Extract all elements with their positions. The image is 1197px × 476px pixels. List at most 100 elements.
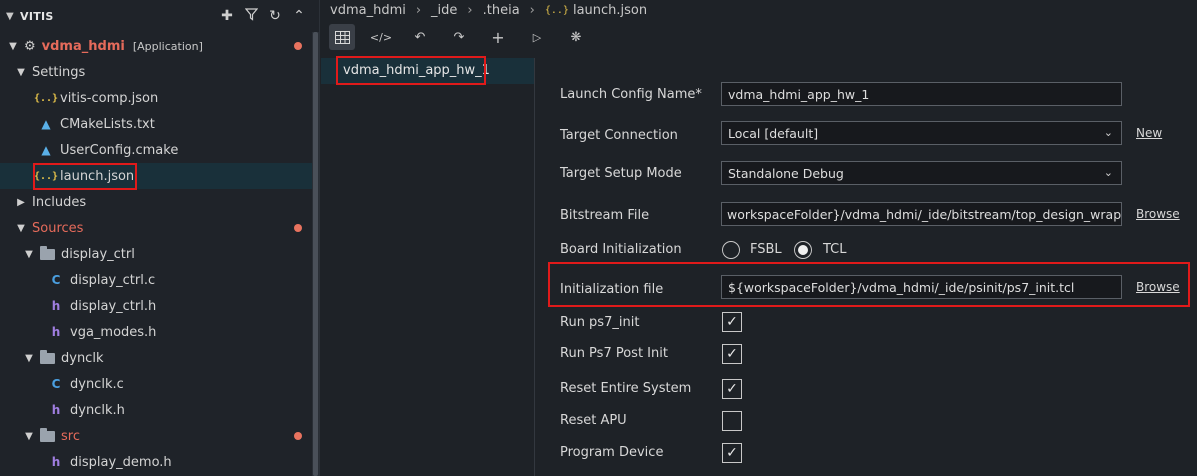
tree-item-vitis-comp[interactable]: {..} vitis-comp.json — [0, 85, 312, 111]
highlight-box — [336, 56, 486, 85]
explorer-header: ▼ VITIS ✚ ↻ ⌃ — [0, 0, 319, 32]
collapse-all-icon[interactable]: ⌃ — [287, 8, 311, 24]
chevron-down-icon[interactable]: ▼ — [6, 11, 20, 22]
source-view-button[interactable]: </> — [368, 24, 394, 50]
code-icon: </> — [369, 30, 393, 44]
chevron-down-icon: ▼ — [9, 40, 17, 52]
chevron-down-icon: ▼ — [25, 352, 33, 364]
tree-item-label: CMakeLists.txt — [60, 116, 155, 132]
target-connection-value: Local [default] — [728, 125, 819, 141]
h-file-icon: h — [51, 455, 61, 469]
tcl-radio-label: TCL — [823, 242, 847, 257]
checkmark-icon: ✓ — [726, 381, 738, 397]
tree-item-display-ctrl-h[interactable]: h display_ctrl.h — [0, 293, 312, 319]
table-view-button[interactable] — [329, 24, 355, 50]
checkmark-icon: ✓ — [726, 445, 738, 461]
breadcrumb-item[interactable]: vdma_hdmi — [330, 3, 406, 18]
plus-icon: + — [491, 27, 505, 47]
run-button[interactable]: ▷ — [524, 24, 550, 50]
target-setup-mode-select[interactable]: Standalone Debug ⌄ — [721, 161, 1122, 185]
breadcrumb-item[interactable]: .theia — [483, 3, 520, 18]
modified-dot-icon — [294, 42, 302, 50]
tree-item-dynclk-c[interactable]: C dynclk.c — [0, 371, 312, 397]
reset-apu-checkbox[interactable] — [722, 411, 742, 431]
tcl-radio[interactable] — [794, 241, 812, 259]
chevron-down-icon: ▼ — [17, 222, 25, 234]
tree-item-display-demo-h[interactable]: h display_demo.h — [0, 449, 312, 475]
tree-item-display-ctrl-c[interactable]: C display_ctrl.c — [0, 267, 312, 293]
chevron-down-icon: ▼ — [17, 66, 25, 78]
board-init-label: Board Initialization — [560, 242, 682, 257]
h-file-icon: h — [51, 299, 61, 313]
tree-item-label: UserConfig.cmake — [60, 142, 179, 158]
table-icon — [334, 30, 350, 44]
tree-item-label: dynclk.h — [70, 402, 125, 418]
tree-item-sources[interactable]: ▼ Sources — [0, 215, 312, 241]
explorer-title: VITIS — [20, 9, 54, 23]
run-ps7-post-init-label: Run Ps7 Post Init — [560, 346, 668, 361]
tree-item-cmakelists[interactable]: ▲ CMakeLists.txt — [0, 111, 312, 137]
chevron-right-icon: › — [529, 2, 535, 18]
bitstream-file-value: workspaceFolder}/vdma_hdmi/_ide/bitstrea… — [727, 206, 1122, 222]
tree-item-userconfig[interactable]: ▲ UserConfig.cmake — [0, 137, 312, 163]
bitstream-browse-link[interactable]: Browse — [1136, 207, 1180, 221]
fsbl-radio-label: FSBL — [750, 242, 782, 257]
tree-item-label: Settings — [32, 64, 86, 80]
bug-icon: ❋ — [570, 29, 582, 45]
cmake-icon: ▲ — [41, 143, 51, 157]
explorer-sidebar: ▼ VITIS ✚ ↻ ⌃ ▼ ⚙ vdma_hdmi [Application… — [0, 0, 320, 476]
breadcrumb-item[interactable]: launch.json — [573, 3, 647, 18]
redo-icon: ↷ — [453, 29, 465, 45]
new-component-icon[interactable]: ✚ — [215, 8, 239, 24]
target-connection-select[interactable]: Local [default] ⌄ — [721, 121, 1122, 145]
tree-item-label: src — [61, 428, 80, 444]
fsbl-radio[interactable] — [722, 241, 740, 259]
tree-item-settings[interactable]: ▼ Settings — [0, 59, 312, 85]
breadcrumb: vdma_hdmi › _ide › .theia › {..} launch.… — [330, 0, 647, 20]
launch-config-name-input[interactable]: vdma_hdmi_app_hw_1 — [721, 82, 1122, 106]
init-file-browse-link[interactable]: Browse — [1136, 280, 1180, 294]
new-connection-link[interactable]: New — [1136, 126, 1162, 140]
project-tag: [Application] — [132, 39, 203, 53]
init-file-input[interactable]: ${workspaceFolder}/vdma_hdmi/_ide/psinit… — [721, 275, 1122, 299]
editor-toolbar: </> ↶ ↷ + ▷ ❋ — [329, 24, 602, 52]
redo-button[interactable]: ↷ — [446, 24, 472, 50]
scrollbar-thumb[interactable] — [313, 32, 318, 476]
tree-item-label: Sources — [32, 220, 84, 236]
breadcrumb-item[interactable]: _ide — [431, 3, 457, 18]
filter-icon[interactable] — [239, 7, 263, 25]
add-config-button[interactable]: + — [485, 24, 511, 50]
project-row[interactable]: ▼ ⚙ vdma_hdmi [Application] — [0, 33, 312, 59]
sidebar-scrollbar[interactable] — [312, 32, 319, 476]
checkmark-icon: ✓ — [726, 346, 738, 362]
chevron-right-icon: ▶ — [17, 196, 25, 208]
tree-item-dynclk-h[interactable]: h dynclk.h — [0, 397, 312, 423]
reset-entire-system-checkbox[interactable]: ✓ — [722, 379, 742, 399]
tree-item-label: dynclk.c — [70, 376, 124, 392]
tree-item-label: dynclk — [61, 350, 104, 366]
tree-item-dynclk[interactable]: ▼ dynclk — [0, 345, 312, 371]
panel-divider[interactable] — [534, 58, 535, 476]
undo-button[interactable]: ↶ — [407, 24, 433, 50]
run-ps7-post-init-checkbox[interactable]: ✓ — [722, 344, 742, 364]
tree-item-display-ctrl[interactable]: ▼ display_ctrl — [0, 241, 312, 267]
tree-item-src[interactable]: ▼ src — [0, 423, 312, 449]
tree-item-label: display_demo.h — [70, 454, 172, 470]
tree-item-label: display_ctrl.c — [70, 272, 156, 288]
tree-item-label: vitis-comp.json — [60, 90, 159, 106]
c-file-icon: C — [51, 377, 61, 391]
target-setup-mode-value: Standalone Debug — [728, 165, 844, 181]
tree-item-includes[interactable]: ▶ Includes — [0, 189, 312, 215]
debug-button[interactable]: ❋ — [563, 24, 589, 50]
checkmark-icon: ✓ — [726, 314, 738, 330]
program-device-checkbox[interactable]: ✓ — [722, 443, 742, 463]
bitstream-file-label: Bitstream File — [560, 208, 650, 223]
run-ps7-init-label: Run ps7_init — [560, 315, 640, 330]
tree-item-label: display_ctrl.h — [70, 298, 157, 314]
bitstream-file-input[interactable]: workspaceFolder}/vdma_hdmi/_ide/bitstrea… — [721, 202, 1122, 226]
run-ps7-init-checkbox[interactable]: ✓ — [722, 312, 742, 332]
refresh-icon[interactable]: ↻ — [263, 8, 287, 24]
tree-item-label: vga_modes.h — [70, 324, 157, 340]
tree-item-vga-modes[interactable]: h vga_modes.h — [0, 319, 312, 345]
launch-config-name-value: vdma_hdmi_app_hw_1 — [728, 86, 870, 102]
